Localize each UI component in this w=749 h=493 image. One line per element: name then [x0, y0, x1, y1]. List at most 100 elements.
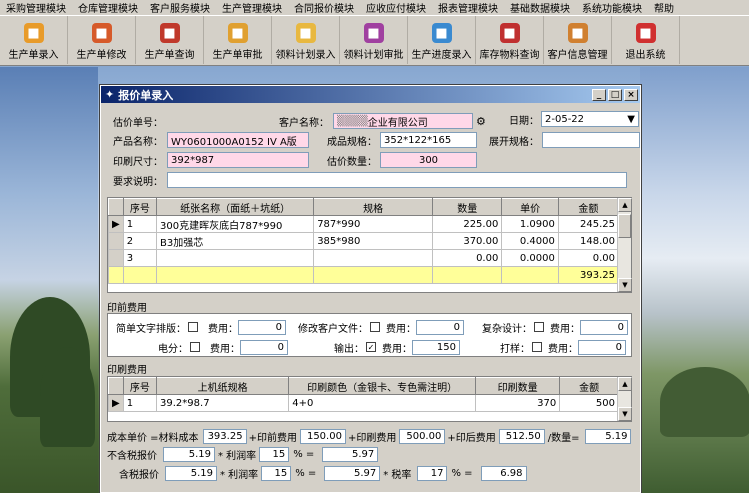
table-cell[interactable]: 148.00: [557, 232, 620, 250]
post-cost-field[interactable]: 512.50: [498, 428, 545, 444]
table-cell[interactable]: B3加强芯: [156, 232, 315, 250]
close-button[interactable]: ×: [624, 88, 638, 101]
table-cell[interactable]: 2: [122, 232, 158, 250]
menu-item[interactable]: 系统功能模块: [576, 0, 648, 15]
menu-item[interactable]: 帮助: [648, 0, 680, 15]
tax-result-field[interactable]: 6.98: [480, 465, 527, 481]
no-tax-profit-field[interactable]: 15: [259, 446, 290, 462]
requirement-field[interactable]: [167, 172, 627, 188]
tax-rate-field[interactable]: 17: [417, 465, 448, 481]
table-cell[interactable]: 1: [122, 215, 158, 233]
table-cell[interactable]: 500: [559, 394, 619, 412]
tax-mid-field[interactable]: 5.97: [324, 465, 381, 481]
column-header[interactable]: 序号: [122, 377, 158, 395]
menu-item[interactable]: 基础数据模块: [504, 0, 576, 15]
menu-item[interactable]: 生产管理模块: [216, 0, 288, 15]
table-cell[interactable]: 1: [122, 394, 158, 412]
tax-profit-field[interactable]: 15: [261, 465, 292, 481]
table-cell[interactable]: [313, 249, 434, 267]
table-cell[interactable]: 245.25: [557, 215, 620, 233]
toolbar-button[interactable]: ■ 领料计划审批: [340, 16, 408, 64]
table-cell[interactable]: 370: [475, 394, 561, 412]
material-cost-field[interactable]: 393.25: [202, 428, 247, 444]
complex-design-fee[interactable]: 0: [580, 319, 628, 335]
table-row[interactable]: ▶ 1 300克建晖灰底白787*990 787*990 225.00 1.0900 245…: [108, 215, 620, 233]
quantity-field[interactable]: 300: [380, 152, 477, 168]
proof-checkbox[interactable]: [532, 342, 542, 352]
toolbar-button[interactable]: ■ 领料计划录入: [272, 16, 340, 64]
table-cell[interactable]: 225.00: [432, 215, 503, 233]
table-row[interactable]: 2 B3加强芯 385*980 370.00 0.4000 148.00: [108, 232, 620, 250]
menu-item[interactable]: 仓库管理模块: [72, 0, 144, 15]
column-header[interactable]: 数量: [432, 198, 503, 216]
unit-cost-field[interactable]: 5.19: [585, 428, 632, 444]
toolbar-button[interactable]: ■ 生产单修改: [68, 16, 136, 64]
table-row[interactable]: 3 0.00 0.0000 0.00: [108, 249, 620, 267]
chevron-down-icon[interactable]: ▼: [627, 114, 635, 125]
no-tax-base-field[interactable]: 5.19: [163, 446, 215, 462]
order-query-icon: ■: [159, 23, 180, 43]
column-header[interactable]: 印刷颜色（金银卡、专色需注明）: [288, 377, 477, 395]
toolbar-button[interactable]: ■ 库存物料查询: [476, 16, 544, 64]
color-separation-fee[interactable]: 0: [240, 339, 288, 355]
column-header[interactable]: 金额: [557, 198, 620, 216]
table-cell[interactable]: 0.00: [432, 249, 503, 267]
table-cell[interactable]: 0.0000: [501, 249, 559, 267]
print-table-scrollbar[interactable]: ▲ ▼: [617, 377, 632, 421]
table-cell[interactable]: 0.4000: [501, 232, 559, 250]
simple-typeset-fee[interactable]: 0: [238, 319, 286, 335]
table-cell[interactable]: 787*990: [313, 215, 434, 233]
output-checkbox[interactable]: ✓: [366, 342, 376, 352]
print-cost-field[interactable]: 500.00: [399, 428, 446, 444]
column-header[interactable]: 单价: [501, 198, 559, 216]
table-cell[interactable]: 370.00: [432, 232, 503, 250]
toolbar-button[interactable]: ■ 生产单录入: [0, 16, 68, 64]
column-header[interactable]: 金额: [559, 377, 619, 395]
product-field[interactable]: WY0601000A0152 IV A版: [167, 132, 309, 148]
simple-typeset-checkbox[interactable]: [188, 322, 198, 332]
complex-design-checkbox[interactable]: [534, 322, 544, 332]
toolbar-button[interactable]: ■ 生产单审批: [204, 16, 272, 64]
maximize-button[interactable]: □: [608, 88, 622, 101]
table-cell[interactable]: [156, 249, 315, 267]
customer-field[interactable]: ▒▒▒▒ 企业有限公司: [333, 113, 473, 129]
column-header[interactable]: 序号: [122, 198, 158, 216]
table-cell[interactable]: 0.00: [557, 249, 620, 267]
table-cell[interactable]: 300克建晖灰底白787*990: [156, 215, 315, 233]
modify-file-checkbox[interactable]: [370, 322, 380, 332]
modify-file-fee[interactable]: 0: [416, 319, 464, 335]
menu-item[interactable]: 报表管理模块: [432, 0, 504, 15]
table-cell[interactable]: 1.0900: [501, 215, 559, 233]
toolbar-button-label: 生产进度录入: [411, 50, 472, 61]
unfold-field[interactable]: [542, 132, 640, 148]
spec-field[interactable]: 352*122*165: [380, 132, 477, 148]
menu-item[interactable]: 采购管理模块: [0, 0, 72, 15]
column-header[interactable]: 印刷数量: [475, 377, 561, 395]
prepress-cost-field[interactable]: 150.00: [299, 428, 346, 444]
toolbar-button[interactable]: ■ 生产进度录入: [408, 16, 476, 64]
table-cell[interactable]: 39.2*98.7: [156, 394, 290, 412]
menu-item[interactable]: 合同报价模块: [288, 0, 360, 15]
print-size-field[interactable]: 392*987: [167, 152, 309, 168]
table-row[interactable]: ▶ 1 39.2*98.7 4+0 370 500: [108, 394, 619, 412]
table-cell[interactable]: 385*980: [313, 232, 434, 250]
menu-item[interactable]: 客户服务模块: [144, 0, 216, 15]
menu-item[interactable]: 应收应付模块: [360, 0, 432, 15]
column-header[interactable]: 规格: [313, 198, 434, 216]
tax-base-field[interactable]: 5.19: [165, 465, 217, 481]
column-header[interactable]: 上机纸规格: [156, 377, 290, 395]
table-cell[interactable]: 4+0: [288, 394, 477, 412]
paper-table-scrollbar[interactable]: ▲ ▼: [617, 198, 632, 292]
toolbar-button[interactable]: ■ 客户信息管理: [544, 16, 612, 64]
proof-fee[interactable]: 0: [578, 339, 626, 355]
toolbar-button[interactable]: ■ 生产单查询: [136, 16, 204, 64]
search-icon[interactable]: ⚙: [476, 115, 486, 128]
no-tax-result-field[interactable]: 5.97: [322, 446, 379, 462]
table-cell[interactable]: 3: [122, 249, 158, 267]
column-header[interactable]: 纸张名称（面纸＋坑纸）: [156, 198, 315, 216]
output-fee[interactable]: 150: [412, 339, 460, 355]
toolbar-button[interactable]: ■ 退出系统: [612, 16, 680, 64]
date-field[interactable]: 2-05-22 ▼: [541, 111, 639, 127]
color-separation-checkbox[interactable]: [190, 342, 200, 352]
minimize-button[interactable]: _: [592, 88, 606, 101]
